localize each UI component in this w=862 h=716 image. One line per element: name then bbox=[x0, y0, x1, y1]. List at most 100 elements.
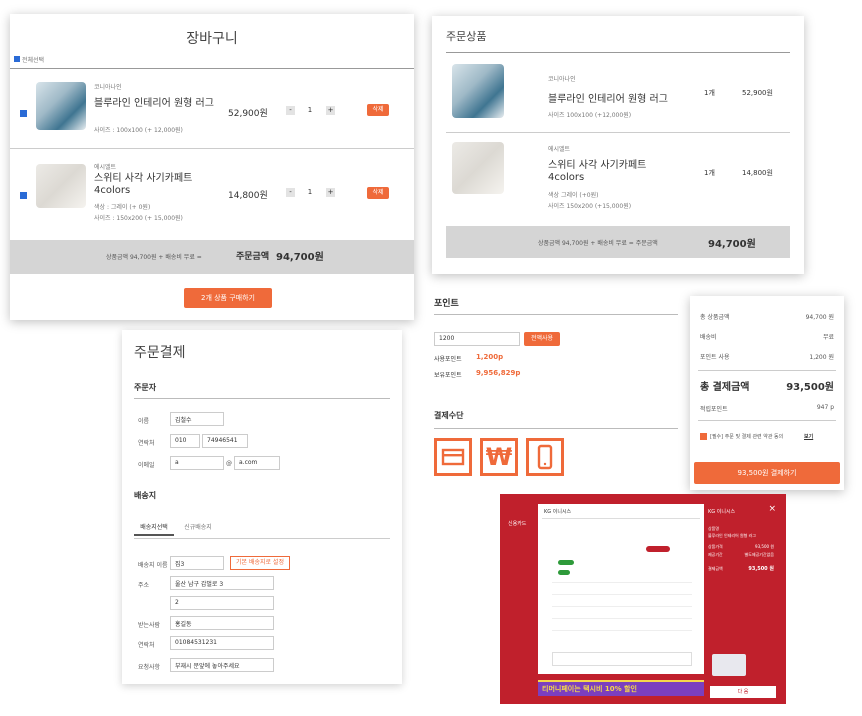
product-image[interactable] bbox=[452, 142, 504, 194]
kg-option-badge[interactable] bbox=[558, 570, 570, 575]
address-input-1[interactable]: 울산 남구 갑벌로 3 bbox=[170, 576, 274, 590]
qty-minus-button[interactable]: - bbox=[286, 188, 295, 197]
item-option: 사이즈 : 100x100 (+ 12,000원) bbox=[94, 127, 183, 134]
order-item-option-color: 색상 그레이 (+0원) bbox=[548, 192, 599, 199]
bank-transfer-button[interactable]: ₩ bbox=[480, 438, 518, 476]
item-name[interactable]: 블루라인 인테리어 원형 러그 bbox=[94, 94, 214, 109]
email-label: 이메일 bbox=[138, 462, 155, 469]
item-name[interactable]: 스위티 사각 사기카페트 4colors bbox=[94, 173, 204, 197]
request-select[interactable]: 부재시 문앞에 놓아주세요 bbox=[170, 658, 274, 672]
kg-total-label: 결제금액 bbox=[708, 566, 723, 571]
qty-plus-button[interactable]: + bbox=[326, 188, 335, 197]
card-payment-button[interactable] bbox=[434, 438, 472, 476]
kg-price-label: 상품가격 bbox=[708, 544, 723, 549]
receiver-input[interactable]: 홍길동 bbox=[170, 616, 274, 630]
delete-button[interactable]: 삭제 bbox=[367, 104, 389, 116]
total-row-label: 총 상품금액 bbox=[700, 314, 730, 321]
default-address-button[interactable]: 기본 배송지로 설정 bbox=[230, 556, 290, 570]
name-input[interactable]: 김철수 bbox=[170, 412, 224, 426]
cart-summary-label: 주문금액 bbox=[236, 252, 270, 262]
email-at: @ bbox=[226, 460, 232, 467]
phone-input-2[interactable]: 74946541 bbox=[202, 434, 248, 448]
order-item-price: 52,900원 bbox=[742, 89, 773, 97]
cart-summary-total: 94,700원 bbox=[276, 252, 324, 263]
phone-input-1[interactable]: 010 bbox=[170, 434, 200, 448]
product-image[interactable] bbox=[36, 82, 86, 130]
grand-total-value: 93,500원 bbox=[786, 382, 834, 393]
request-label: 요청사항 bbox=[138, 664, 161, 671]
use-all-points-button[interactable]: 전액사용 bbox=[524, 332, 560, 346]
address-input-2[interactable]: 2 bbox=[170, 596, 274, 610]
order-summary-prefix: 상품금액 94,700원 + 배송비 무료 = 주문금액 bbox=[538, 240, 658, 247]
kg-period-value: 별도제공기간없음 bbox=[744, 552, 774, 557]
buy-button[interactable]: 2개 상품 구매하기 bbox=[184, 288, 272, 308]
kg-price-value: 93,500 원 bbox=[755, 544, 774, 549]
payment-method-title: 결제수단 bbox=[434, 411, 464, 420]
qty-minus-button[interactable]: - bbox=[286, 106, 295, 115]
select-all-label: 전체선택 bbox=[22, 57, 45, 64]
kg-banner-text: 티머니페이는 택시비 10% 할인 bbox=[542, 685, 637, 693]
kg-right-header: KG 이니시스 bbox=[708, 509, 736, 515]
qty-plus-button[interactable]: + bbox=[326, 106, 335, 115]
total-row-value: 94,700 원 bbox=[805, 314, 834, 321]
order-summary-total: 94,700원 bbox=[708, 239, 756, 250]
order-item-name: 스위티 사각 사기카페트 4colors bbox=[548, 160, 647, 183]
payment-total-card: 총 상품금액 94,700 원 배송비 무료 포인트 사용 1,200 원 총 … bbox=[690, 296, 844, 490]
total-row-label: 배송비 bbox=[700, 334, 717, 341]
agree-checkbox[interactable] bbox=[700, 433, 707, 440]
checkout-card: 주문결제 주문자 이름 김철수 연락처 010 74946541 이메일 a @… bbox=[122, 330, 402, 684]
name-label: 이름 bbox=[138, 418, 150, 425]
kg-card-image bbox=[712, 654, 746, 676]
used-points-value: 1,200p bbox=[476, 353, 504, 361]
points-panel: 포인트 1200 전액사용 사용포인트 1,200p 보유포인트 9,956,8… bbox=[432, 290, 686, 486]
agree-view-link[interactable]: 보기 bbox=[804, 433, 813, 440]
mobile-phone-icon bbox=[537, 444, 553, 470]
kg-product-label: 상품명 bbox=[708, 526, 720, 531]
earn-points-value: 947 p bbox=[816, 404, 834, 411]
kg-card-grid[interactable] bbox=[552, 582, 692, 642]
order-item-qty: 1개 bbox=[704, 169, 715, 177]
pay-button[interactable]: 93,500원 결제하기 bbox=[694, 462, 840, 484]
address-name-select[interactable]: 집3 bbox=[170, 556, 224, 570]
cart-card: 장바구니 전체선택 코니아나인 블루라인 인테리어 원형 러그 사이즈 : 10… bbox=[10, 14, 414, 320]
receiver-label: 받는사람 bbox=[138, 622, 161, 629]
product-image[interactable] bbox=[452, 64, 504, 118]
address-label: 주소 bbox=[138, 582, 150, 589]
won-icon: ₩ bbox=[485, 443, 513, 471]
close-icon[interactable]: × bbox=[768, 504, 776, 514]
total-row-label: 포인트 사용 bbox=[700, 354, 730, 361]
product-image[interactable] bbox=[36, 164, 86, 208]
contact-input[interactable]: 01084531231 bbox=[170, 636, 274, 650]
order-items-card: 주문상품 코니아나인 블루라인 인테리어 원형 러그 사이즈 100x100 (… bbox=[432, 16, 804, 274]
qty-value[interactable]: 1 bbox=[300, 188, 320, 196]
item-checkbox[interactable] bbox=[20, 192, 27, 199]
qty-value[interactable]: 1 bbox=[300, 106, 320, 114]
kg-option-badge[interactable] bbox=[558, 560, 574, 565]
orderer-heading: 주문자 bbox=[134, 383, 157, 392]
select-all-checkbox[interactable] bbox=[14, 56, 20, 62]
item-option-color: 색상 : 그레이 (+ 0원) bbox=[94, 204, 151, 211]
checkout-title: 주문결제 bbox=[134, 345, 186, 361]
agree-text: [필수] 주문 및 결제 관련 약관 동의 bbox=[710, 434, 784, 440]
tab-select-address[interactable]: 배송지선택 bbox=[134, 522, 174, 536]
kg-bottom-inputs[interactable] bbox=[552, 652, 692, 666]
cart-summary-bar bbox=[10, 240, 414, 274]
order-item-brand: 코니아나인 bbox=[548, 76, 576, 83]
delete-button[interactable]: 삭제 bbox=[367, 187, 389, 199]
points-input[interactable]: 1200 bbox=[434, 332, 520, 346]
email-input-1[interactable]: a bbox=[170, 456, 224, 470]
shipping-heading: 배송지 bbox=[134, 491, 157, 500]
tab-new-address[interactable]: 신규배송지 bbox=[178, 522, 218, 531]
kg-product-value: 블루라인 인테리어 원형 러그 bbox=[708, 533, 756, 538]
kg-card-select-button[interactable] bbox=[646, 546, 670, 552]
item-price: 14,800원 bbox=[228, 191, 268, 201]
kg-next-button[interactable]: 다 음 bbox=[710, 686, 776, 698]
email-input-2[interactable]: a.com bbox=[234, 456, 280, 470]
item-checkbox[interactable] bbox=[20, 110, 27, 117]
kg-banner[interactable]: 티머니페이는 택시비 10% 할인 bbox=[538, 680, 704, 696]
order-item-name: 블루라인 인테리어 원형 러그 bbox=[548, 94, 668, 105]
mobile-payment-button[interactable] bbox=[526, 438, 564, 476]
order-items-title: 주문상품 bbox=[446, 30, 487, 43]
points-title: 포인트 bbox=[434, 299, 459, 309]
cart-title: 장바구니 bbox=[186, 31, 238, 47]
